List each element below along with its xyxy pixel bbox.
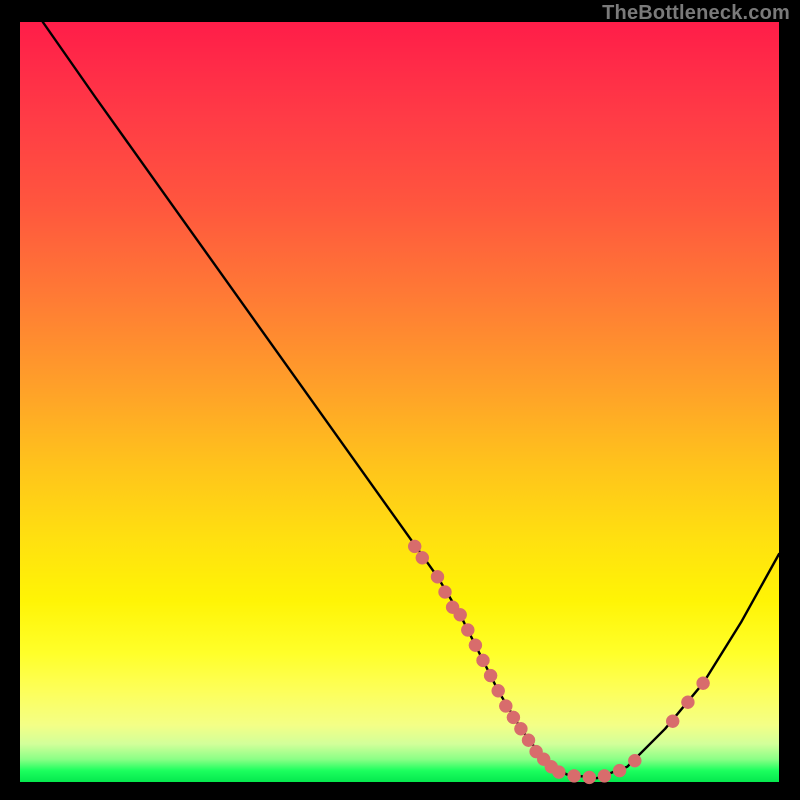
data-dot — [499, 700, 512, 713]
data-dot — [514, 722, 527, 735]
data-dot — [492, 684, 505, 697]
data-dot — [469, 639, 482, 652]
data-dot — [477, 654, 490, 667]
data-dot — [507, 711, 520, 724]
data-dot — [628, 754, 641, 767]
bottleneck-curve — [43, 22, 779, 778]
data-dot — [583, 771, 596, 784]
watermark-text: TheBottleneck.com — [602, 2, 790, 25]
data-dot — [461, 624, 474, 637]
data-dot — [439, 586, 452, 599]
data-dot — [484, 669, 497, 682]
data-dot — [522, 734, 535, 747]
chart-stage: TheBottleneck.com — [0, 0, 800, 800]
data-dot — [431, 570, 444, 583]
data-dot — [408, 540, 421, 553]
data-dot — [697, 677, 710, 690]
data-dot — [454, 608, 467, 621]
data-dot — [666, 715, 679, 728]
curve-layer — [20, 22, 779, 782]
data-dot — [568, 769, 581, 782]
data-dot — [598, 769, 611, 782]
plot-area — [20, 22, 779, 782]
data-dot — [681, 696, 694, 709]
data-dot — [613, 764, 626, 777]
data-dots — [408, 540, 709, 784]
data-dot — [552, 766, 565, 779]
data-dot — [416, 551, 429, 564]
